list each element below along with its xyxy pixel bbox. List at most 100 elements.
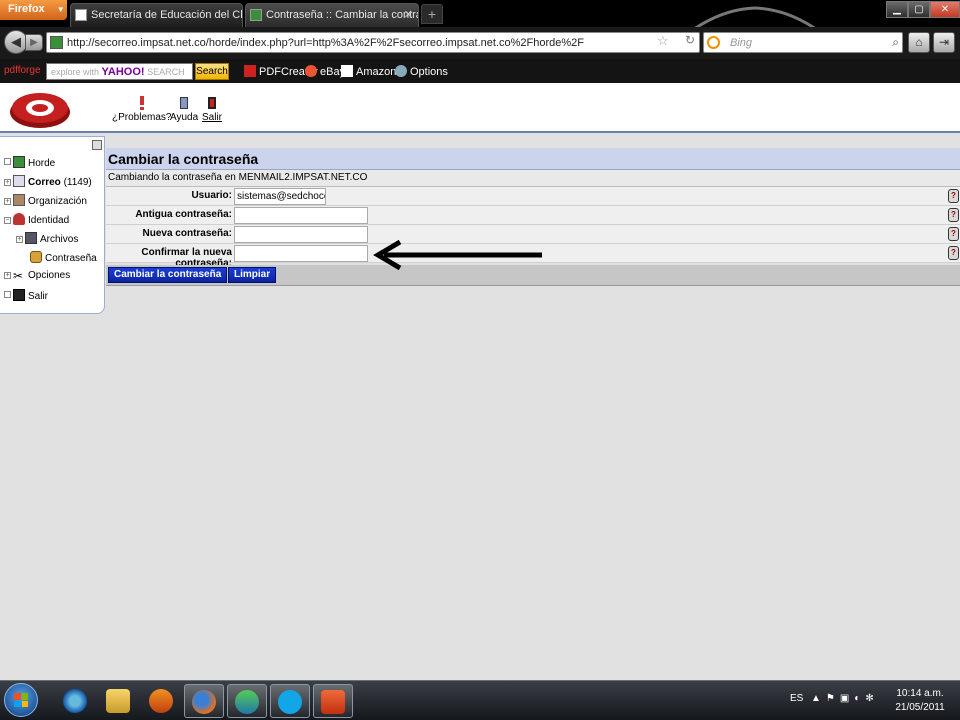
change-password-button[interactable]: Cambiar la contraseña <box>108 267 228 283</box>
annotation-arrow-icon <box>373 240 542 270</box>
expand-icon[interactable]: + <box>4 272 11 279</box>
sidebar-item-correo[interactable]: + Correo (1149) <box>4 175 92 192</box>
pdf-icon <box>244 65 256 77</box>
forward-button[interactable]: ▶ <box>25 34 43 51</box>
search-box[interactable]: Bing ⌕ <box>703 32 903 53</box>
tab-contrasena[interactable]: Contraseña :: Cambiar la contraseña ✕ <box>245 3 419 27</box>
expand-icon[interactable]: + <box>16 236 23 243</box>
search-icon[interactable]: ⌕ <box>892 35 899 50</box>
sidebar-item-salir[interactable]: Salir <box>4 289 48 306</box>
tray-icons[interactable]: ▲⚑▣◐✻ <box>811 693 879 704</box>
exit-door-icon <box>208 97 216 109</box>
sidebar-item-contrasena[interactable]: Contraseña <box>30 251 97 268</box>
help-icon[interactable]: ? <box>948 208 959 222</box>
sidebar-label: Horde <box>28 158 56 169</box>
amazon-icon <box>341 65 353 77</box>
amazon-label: Amazon <box>356 66 397 78</box>
extension-button[interactable]: ⇥ <box>933 32 955 53</box>
help-icon[interactable]: ? <box>948 246 959 260</box>
tab-title: Contraseña :: Cambiar la contraseña <box>266 9 418 21</box>
tab-secretaria[interactable]: Secretaría de Educación del Chocó <box>70 3 243 27</box>
sidebar-item-identidad[interactable]: − Identidad <box>4 213 69 230</box>
sidebar-label: Salir <box>28 291 49 302</box>
username-row: Usuario: sistemas@sedchoco.g ? <box>106 187 960 206</box>
sidebar-label: Identidad <box>28 215 70 226</box>
windows-taskbar: ES ▲⚑▣◐✻ 10:14 a.m. 21/05/2011 <box>0 680 960 720</box>
windows-logo-icon <box>14 693 28 707</box>
media-player-taskbar-button[interactable] <box>141 684 181 718</box>
sidebar-toggle-icon[interactable] <box>92 140 102 150</box>
reload-icon[interactable]: ↻ <box>685 33 695 47</box>
salir-header-link[interactable]: Salir <box>202 96 222 123</box>
explorer-taskbar-button[interactable] <box>98 684 138 718</box>
internet-explorer-taskbar-button[interactable] <box>55 684 95 718</box>
url-bar[interactable]: http://secorreo.impsat.net.co/horde/inde… <box>46 32 700 53</box>
horde-icon <box>13 156 25 168</box>
yahoo-placeholder: SEARCH <box>147 67 185 77</box>
url-text: http://secorreo.impsat.net.co/horde/inde… <box>67 37 584 49</box>
page-favicon-icon <box>75 9 87 21</box>
clock[interactable]: 10:14 a.m. 21/05/2011 <box>895 687 945 715</box>
firefox-menu-button[interactable]: Firefox ▼ <box>0 0 67 20</box>
tools-icon: ✂ <box>13 269 24 283</box>
bookmark-star-icon[interactable]: ☆ <box>657 33 669 49</box>
collapse-icon[interactable]: − <box>4 217 11 224</box>
amazon-button[interactable]: Amazon <box>341 65 396 78</box>
new-tab-button[interactable]: + <box>421 4 443 24</box>
exit-door-icon <box>13 289 25 301</box>
gear-icon <box>395 65 407 77</box>
new-password-field[interactable] <box>234 226 368 243</box>
server-info: Cambiando la contraseña en MENMAIL2.IMPS… <box>106 170 960 187</box>
ayuda-label: Ayuda <box>170 112 199 123</box>
powerpoint-taskbar-button[interactable] <box>313 684 353 718</box>
salir-header-label: Salir <box>202 112 223 123</box>
username-field[interactable]: sistemas@sedchoco.g <box>234 188 326 205</box>
maximize-button[interactable]: ▢ <box>908 1 930 18</box>
chevron-down-icon: ▼ <box>56 5 65 14</box>
close-window-button[interactable]: ✕ <box>930 1 960 18</box>
skype-taskbar-button[interactable] <box>270 684 310 718</box>
sidebar-item-organizacion[interactable]: + Organización <box>4 194 87 211</box>
sidebar-item-archivos[interactable]: + Archivos <box>16 232 78 249</box>
expand-icon[interactable]: + <box>4 198 11 205</box>
sidebar-item-opciones[interactable]: + ✂ Opciones <box>4 270 70 287</box>
sidebar-label: Correo <box>28 177 61 188</box>
firefox-icon <box>192 690 216 714</box>
search-engine-icon[interactable] <box>707 36 720 49</box>
problemas-link[interactable]: ¿Problemas? <box>112 96 171 123</box>
search-placeholder: Bing <box>730 37 753 49</box>
clear-button[interactable]: Limpiar <box>228 267 277 283</box>
pdfforge-logo: pdfforge <box>4 65 41 76</box>
language-indicator[interactable]: ES <box>790 693 803 704</box>
start-button[interactable] <box>4 683 38 717</box>
messenger-taskbar-button[interactable] <box>227 684 267 718</box>
site-identity-icon[interactable] <box>50 36 63 49</box>
confirm-password-field[interactable] <box>234 245 368 262</box>
skype-icon <box>278 690 302 714</box>
yahoo-search-input[interactable]: explore with YAHOO! SEARCH <box>46 63 193 80</box>
old-password-field[interactable] <box>234 207 368 224</box>
tab-title: Secretaría de Educación del Chocó <box>91 9 242 21</box>
page-title: Cambiar la contraseña <box>106 148 960 170</box>
navigation-bar: ◀ ▶ http://secorreo.impsat.net.co/horde/… <box>0 27 960 59</box>
lock-icon <box>30 251 42 263</box>
help-icon[interactable]: ? <box>948 189 959 203</box>
expand-icon[interactable]: + <box>4 179 11 186</box>
folder-icon <box>106 689 130 713</box>
files-icon <box>25 232 37 244</box>
ayuda-link[interactable]: Ayuda <box>170 96 198 123</box>
home-button[interactable]: ⌂ <box>908 32 930 53</box>
firefox-taskbar-button[interactable] <box>184 684 224 718</box>
sidebar-label: Opciones <box>28 270 71 281</box>
yahoo-search-button[interactable]: Search <box>195 63 229 80</box>
ebay-button[interactable]: eBay <box>305 65 345 78</box>
sidebar-item-horde[interactable]: Horde <box>4 156 55 173</box>
firefox-menu-label: Firefox <box>8 3 45 15</box>
addon-toolbar: pdfforge explore with YAHOO! SEARCH Sear… <box>0 59 960 83</box>
internet-explorer-icon <box>63 689 87 713</box>
close-tab-icon[interactable]: ✕ <box>404 8 413 21</box>
minimize-button[interactable]: ▁ <box>886 1 908 18</box>
yahoo-prefix: explore with <box>51 67 100 77</box>
help-icon[interactable]: ? <box>948 227 959 241</box>
options-button[interactable]: Options <box>395 65 448 78</box>
